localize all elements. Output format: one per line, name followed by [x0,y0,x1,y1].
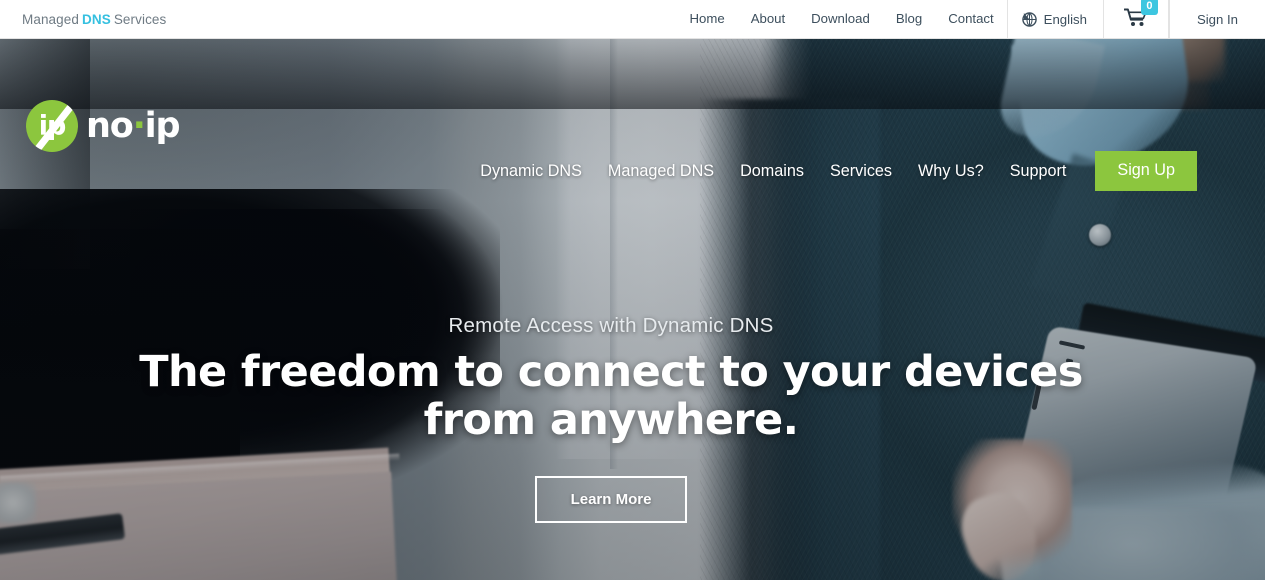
logo-word-a: no [86,105,134,146]
main-nav-item-dynamic-dns[interactable]: Dynamic DNS [467,162,595,181]
cart-button[interactable]: 0 [1102,0,1169,38]
tagline-suffix: Services [113,11,167,27]
noip-logo-icon: ip [26,100,78,152]
utility-nav-item-about[interactable]: About [738,0,798,38]
utility-nav-item-blog[interactable]: Blog [883,0,935,38]
utility-nav-item-download[interactable]: Download [798,0,883,38]
hero-eyebrow: Remote Access with Dynamic DNS [448,314,774,337]
hero-copy: Remote Access with Dynamic DNS The freed… [0,314,1222,524]
hero-title-line-2: from anywhere. [423,395,799,446]
logo-word-dot: · [132,105,146,146]
noip-logo-wordmark: no·ip [86,105,181,146]
utility-bar: Managed DNS Services Home About Download… [0,0,1265,39]
language-selector[interactable]: English [1006,0,1103,38]
site-tagline: Managed DNS Services [0,0,166,38]
language-label: English [1043,11,1087,27]
noip-logo[interactable]: ip no·ip [26,100,181,152]
learn-more-button[interactable]: Learn More [534,476,688,524]
main-nav-item-services[interactable]: Services [817,162,905,181]
hero-header: ip no·ip Dynamic DNS Managed DNS Domains… [0,39,1265,217]
main-nav-item-support[interactable]: Support [997,162,1080,181]
hero-title-line-1: The freedom to connect to your devices [139,347,1083,397]
hero-title: The freedom to connect to your devices f… [0,348,1222,444]
main-nav-item-managed-dns[interactable]: Managed DNS [595,162,727,181]
utility-nav-item-contact[interactable]: Contact [935,0,1006,38]
utility-bar-spacer [166,0,676,38]
tagline-accent: DNS [82,11,111,27]
tagline-prefix: Managed [22,11,79,27]
cart-icon-wrap: 0 [1123,0,1158,30]
hero-section: ip no·ip Dynamic DNS Managed DNS Domains… [0,39,1265,580]
globe-icon [1021,11,1037,27]
sign-in-link[interactable]: Sign In [1168,0,1265,38]
utility-nav-item-home[interactable]: Home [677,0,738,38]
sign-up-button[interactable]: Sign Up [1095,151,1197,191]
main-nav: Dynamic DNS Managed DNS Domains Services… [467,151,1197,191]
cart-count-badge: 0 [1140,0,1158,15]
utility-nav: Home About Download Blog Contact [677,0,1007,38]
main-nav-item-domains[interactable]: Domains [727,162,817,181]
main-nav-item-why-us[interactable]: Why Us? [905,162,997,181]
logo-word-b: ip [144,105,181,146]
